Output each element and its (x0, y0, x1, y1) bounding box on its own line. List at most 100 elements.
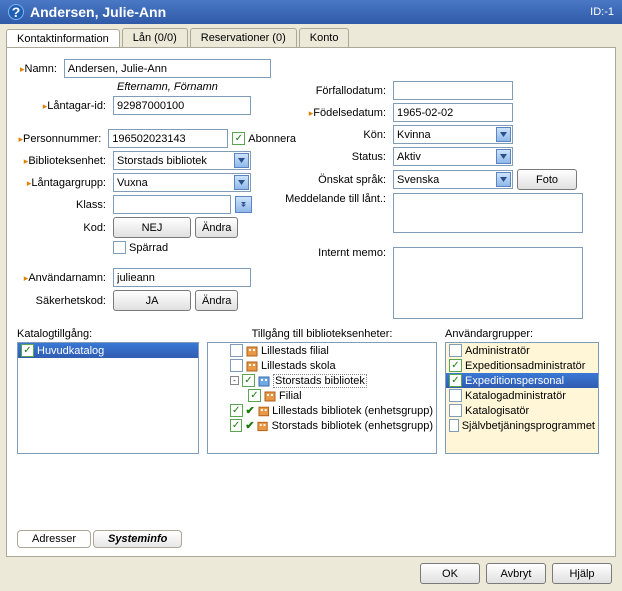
help-icon: ? (8, 4, 24, 20)
avbryt-button[interactable]: Avbryt (486, 563, 546, 584)
kod-value-button[interactable]: NEJ (113, 217, 191, 238)
lantagargrupp-select[interactable]: Vuxna (113, 173, 251, 192)
label-anvandarnamn: ▸Användarnamn: (17, 272, 109, 284)
tab-container: Kontaktinformation Lån (0/0) Reservation… (0, 24, 622, 557)
window: ? Andersen, Julie-Ann ID:-1 Kontaktinfor… (0, 0, 622, 591)
bottom-tab-systeminfo[interactable]: Systeminfo (93, 530, 182, 548)
tab-reservationer[interactable]: Reservationer (0) (190, 28, 297, 47)
tab-lan[interactable]: Lån (0/0) (122, 28, 188, 47)
anvandarnamn-input[interactable] (113, 268, 251, 287)
klass-select[interactable] (113, 195, 231, 214)
label-kon: Kön: (283, 129, 389, 141)
namn-hint: Efternamn, Förnamn (117, 81, 218, 93)
list-label: Expeditionsadministratör (465, 360, 585, 372)
chevron-down-icon (496, 149, 511, 164)
label-meddelande: Meddelande till lånt.: (283, 193, 389, 205)
onskat-sprak-select[interactable]: Svenska (393, 170, 513, 189)
label-sakerhetskod: Säkerhetskod: (17, 295, 109, 307)
meddelande-textarea[interactable] (393, 193, 583, 233)
foto-button[interactable]: Foto (517, 169, 577, 190)
list-item[interactable]: Katalogadministratör (446, 388, 598, 403)
kon-select[interactable]: Kvinna (393, 125, 513, 144)
list-item[interactable]: Huvudkatalog (18, 343, 198, 358)
label-tillgang-enheter: Tillgång till biblioteksenheter: (207, 328, 437, 340)
tree-item[interactable]: Lillestads skola (208, 358, 436, 373)
sparrad-checkbox[interactable]: Spärrad (113, 241, 168, 254)
biblioteksenhet-select[interactable]: Storstads bibliotek (113, 151, 251, 170)
hjalp-button[interactable]: Hjälp (552, 563, 612, 584)
tab-page: ▸Namn: Efternamn, Förnamn ▸Låntagar-id: … (6, 47, 616, 557)
tree-label: Lillestads bibliotek (enhetsgrupp) (272, 405, 433, 417)
sakerhetskod-value-button[interactable]: JA (113, 290, 191, 311)
tab-kontaktinfo[interactable]: Kontaktinformation (6, 29, 120, 48)
chevron-down-icon (234, 153, 249, 168)
record-id: ID:-1 (590, 6, 614, 18)
list-label: Självbetjäningsprogrammet (462, 420, 595, 432)
list-item[interactable]: Katalogisatör (446, 403, 598, 418)
checkbox-icon[interactable] (449, 359, 462, 372)
titlebar: ? Andersen, Julie-Ann ID:-1 (0, 0, 622, 24)
label-kod: Kod: (17, 222, 109, 234)
checkbox-icon[interactable] (230, 344, 243, 357)
kod-andra-button[interactable]: Ändra (195, 217, 238, 238)
checkbox-icon[interactable] (230, 359, 243, 372)
checkbox-icon[interactable] (230, 419, 242, 432)
status-select[interactable]: Aktiv (393, 147, 513, 166)
checkbox-icon[interactable] (248, 389, 261, 402)
namn-input[interactable] (64, 59, 271, 78)
list-label: Katalogisatör (465, 405, 529, 417)
tab-row: Kontaktinformation Lån (0/0) Reservation… (6, 28, 616, 47)
bottom-tab-adresser[interactable]: Adresser (17, 530, 91, 548)
checkbox-icon[interactable] (449, 404, 462, 417)
label-biblioteksenhet: ▸Biblioteksenhet: (17, 155, 109, 167)
list-label: Expeditionspersonal (465, 375, 564, 387)
form-grid: ▸Namn: Efternamn, Förnamn ▸Låntagar-id: … (17, 56, 605, 322)
checkbox-icon[interactable] (242, 374, 255, 387)
label-status: Status: (283, 151, 389, 163)
tree-expander[interactable]: - (230, 376, 239, 385)
right-column: Förfallodatum: ▸Födelsedatum: Kön: Kvinn… (283, 56, 593, 322)
label-onskat-sprak: Önskat språk: (283, 174, 389, 186)
fodelsedatum-input[interactable] (393, 103, 513, 122)
label-lantagarid: ▸Låntagar-id: (17, 100, 109, 112)
tree-item[interactable]: Filial (208, 388, 436, 403)
lantagarid-input[interactable] (113, 96, 251, 115)
bottom-tabs: Adresser Systeminfo (17, 530, 184, 548)
tree-item[interactable]: ✔Storstads bibliotek (enhetsgrupp) (208, 418, 436, 433)
tree-item[interactable]: - Storstads bibliotek (208, 373, 436, 388)
checkbox-icon[interactable] (449, 419, 459, 432)
list-item[interactable]: Expeditionsadministratör (446, 358, 598, 373)
katalogtillgang-list[interactable]: Huvudkatalog (17, 342, 199, 454)
label-klass: Klass: (17, 199, 109, 211)
tab-konto[interactable]: Konto (299, 28, 350, 47)
anvandargrupper-list[interactable]: Administratör Expeditionsadministratör Exp… (445, 342, 599, 454)
checkbox-icon[interactable] (449, 344, 462, 357)
window-title: Andersen, Julie-Ann (30, 4, 166, 20)
checkbox-icon[interactable] (449, 374, 462, 387)
label-personnummer: ▸Personnummer: (17, 133, 104, 145)
check-icon: ✔ (246, 404, 255, 417)
ok-button[interactable]: OK (420, 563, 480, 584)
internt-memo-textarea[interactable] (393, 247, 583, 319)
forfallodatum-input[interactable] (393, 81, 513, 100)
klass-expand-button[interactable] (235, 196, 252, 213)
sakerhetskod-andra-button[interactable]: Ändra (195, 290, 238, 311)
label-internt-memo: Internt memo: (283, 247, 389, 259)
list-item[interactable]: Självbetjäningsprogrammet (446, 418, 598, 433)
enheter-tree[interactable]: Lillestads filial Lillestads skola - Storst… (207, 342, 437, 454)
tree-label: Lillestads filial (261, 345, 329, 357)
checkbox-icon[interactable] (230, 404, 243, 417)
tree-item[interactable]: ✔ Lillestads bibliotek (enhetsgrupp) (208, 403, 436, 418)
chevron-down-icon (234, 175, 249, 190)
chevron-down-icon (496, 127, 511, 142)
tree-item[interactable]: Lillestads filial (208, 343, 436, 358)
list-label: Katalogadministratör (465, 390, 566, 402)
list-item[interactable]: Expeditionspersonal (446, 373, 598, 388)
checkbox-icon[interactable] (449, 389, 462, 402)
tree-label: Storstads bibliotek (273, 375, 367, 387)
chevron-down-icon (496, 172, 511, 187)
tree-label: Lillestads skola (261, 360, 336, 372)
list-item[interactable]: Administratör (446, 343, 598, 358)
lower-panels: Katalogtillgång: Huvudkatalog Tillgång t… (17, 328, 605, 454)
personnummer-input[interactable] (108, 129, 228, 148)
